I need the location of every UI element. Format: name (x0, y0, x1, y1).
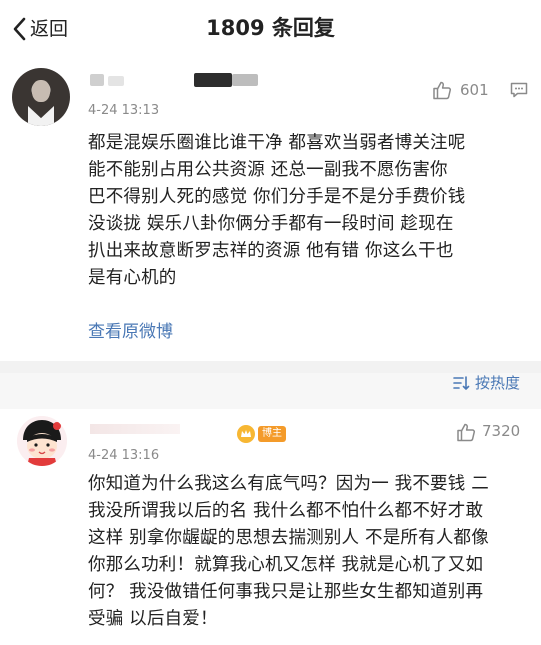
username-redacted (90, 74, 104, 86)
thumbs-up-icon[interactable] (431, 79, 453, 101)
comment-line: 受骗 以后自爱！ (88, 609, 218, 629)
comment-text: 都是混娱乐圈谁比谁干净 都喜欢当弱者博关注呢 能不能别占用公共资源 还总一副我不… (88, 130, 533, 292)
comment-line: 没谈拢 娱乐八卦你俩分手都有一段时间 趁现在 (88, 214, 454, 234)
username-redacted (108, 76, 124, 86)
comment-line: 巴不得别人死的感觉 你们分手是不是分手费价钱 (88, 187, 466, 207)
username-redacted (232, 74, 258, 86)
comment-timestamp: 4-24 13:13 (88, 103, 160, 118)
blogger-badge: 博主 (258, 426, 286, 442)
comment-line: 能不能别占用公共资源 还总一副我不愿伤害你 (88, 160, 448, 180)
comment-line: 扒出来故意断罗志祥的资源 他有错 你这么干也 (88, 241, 454, 261)
vip-crown-icon (237, 425, 255, 443)
page-title: 1809 条回复 (206, 16, 335, 40)
comment-line: 何？ 我没做错任何事我只是让那些女生都知道别再 (88, 582, 484, 602)
avatar[interactable] (17, 416, 67, 466)
view-original-link[interactable]: 查看原微博 (88, 320, 173, 344)
thumbs-up-icon[interactable] (455, 421, 477, 443)
sort-by-popularity-button[interactable]: 按热度 (475, 372, 520, 394)
like-count[interactable]: 7320 (482, 421, 520, 441)
comment-line: 这样 别拿你龌龊的思想去揣测别人 不是所有人都像 (88, 528, 489, 548)
comment-line: 是有心机的 (88, 268, 177, 288)
section-divider (0, 361, 541, 373)
username-redacted (90, 424, 180, 434)
like-count[interactable]: 601 (460, 80, 489, 100)
comment-text: 你知道为什么我这么有底气吗？因为一 我不要钱 二 我没所谓我以后的名 我什么都不… (88, 471, 533, 633)
comment-line: 你那么功利！就算我心机又怎样 我就是心机了又如 (88, 555, 484, 575)
avatar[interactable] (12, 68, 70, 126)
comment-timestamp: 4-24 13:16 (88, 448, 160, 463)
reply-icon[interactable] (509, 80, 529, 100)
username-redacted (194, 73, 232, 87)
sort-icon[interactable] (452, 374, 470, 392)
comment-line: 都是混娱乐圈谁比谁干净 都喜欢当弱者博关注呢 (88, 133, 466, 153)
comment-line: 你知道为什么我这么有底气吗？因为一 我不要钱 二 (88, 474, 489, 494)
comment-line: 我没所谓我以后的名 我什么都不怕什么都不好才敢 (88, 501, 484, 521)
